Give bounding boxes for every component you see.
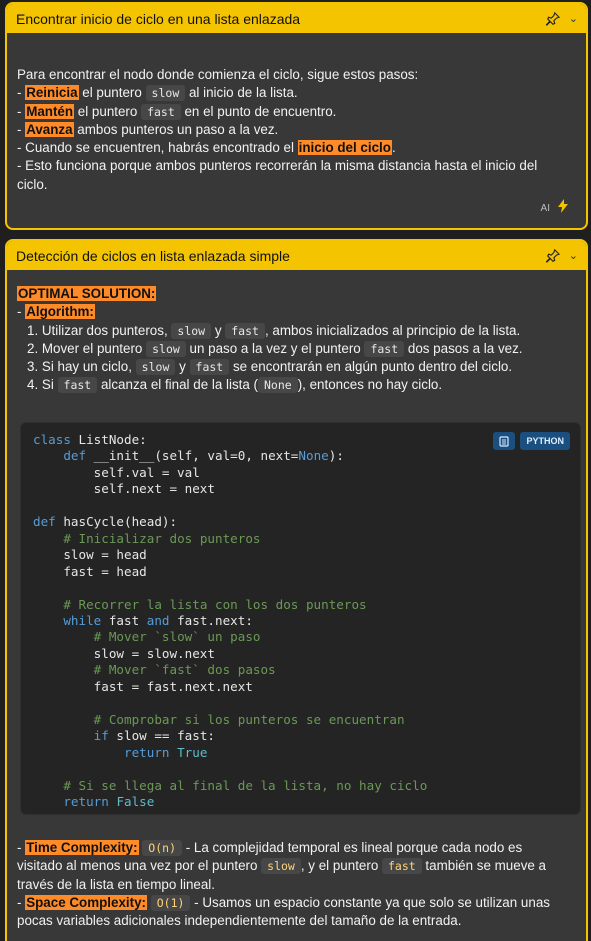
algorithm-step-2: 2. Mover el puntero slow un paso a la ve… bbox=[27, 340, 523, 357]
space-complexity-2: pocas variables adicionales independient… bbox=[17, 913, 462, 929]
step-encuentro: - Cuando se encuentren, habrás encontrad… bbox=[17, 140, 396, 156]
algorithm-step-1: 1. Utilizar dos punteros, slow y fast, a… bbox=[27, 322, 521, 339]
ai-indicator: AI bbox=[541, 199, 568, 218]
copy-icon[interactable] bbox=[493, 432, 516, 450]
chevron-down-icon[interactable]: ⌄ bbox=[569, 249, 578, 262]
pin-icon[interactable] bbox=[545, 248, 561, 264]
card-title: Encontrar inicio de ciclo en una lista e… bbox=[16, 10, 301, 27]
lightning-icon[interactable] bbox=[558, 199, 568, 218]
time-complexity: - Time Complexity: O(n) - La complejidad… bbox=[17, 840, 523, 856]
card-header: Encontrar inicio de ciclo en una lista e… bbox=[7, 4, 586, 33]
algorithm-step-4: 4. Si fast alcanza el final de la lista … bbox=[27, 377, 443, 394]
card-header: Detección de ciclos en lista enlazada si… bbox=[7, 241, 586, 270]
chevron-down-icon[interactable]: ⌄ bbox=[569, 12, 578, 25]
language-badge[interactable]: PYTHON bbox=[520, 432, 570, 450]
intro-text: Para encontrar el nodo donde comienza el… bbox=[17, 67, 419, 82]
step-explicacion-2: ciclo. bbox=[17, 176, 48, 192]
cycle-start-card: Encontrar inicio de ciclo en una lista e… bbox=[5, 2, 588, 230]
time-complexity-2: visitado al menos una vez por el puntero… bbox=[17, 858, 547, 875]
python-code: class ListNode: def __init__(self, val=0… bbox=[33, 432, 428, 809]
cycle-detection-card: Detección de ciclos en lista enlazada si… bbox=[5, 239, 588, 941]
step-manten: - Mantén el puntero fast en el punto de … bbox=[17, 103, 337, 120]
ai-label: AI bbox=[540, 203, 550, 214]
algorithm-step-3: 3. Si hay un ciclo, slow y fast se encon… bbox=[27, 359, 513, 376]
step-avanza: - Avanza ambos punteros un paso a la vez… bbox=[17, 121, 279, 137]
code-block[interactable]: PYTHON class ListNode: def __init__(self… bbox=[20, 422, 581, 815]
optimal-heading: OPTIMAL SOLUTION: bbox=[17, 286, 157, 301]
algorithm-heading: - Algorithm: bbox=[17, 304, 95, 320]
time-complexity-3: través de la lista en tiempo lineal. bbox=[17, 876, 215, 892]
space-complexity: - Space Complexity: O(1) - Usamos un esp… bbox=[17, 894, 550, 911]
step-reinicia: - Reinicia el puntero slow al inicio de … bbox=[17, 85, 298, 102]
card-title: Detección de ciclos en lista enlazada si… bbox=[16, 247, 290, 264]
pin-icon[interactable] bbox=[545, 11, 561, 27]
step-explicacion-1: - Esto funciona porque ambos punteros re… bbox=[17, 158, 538, 174]
